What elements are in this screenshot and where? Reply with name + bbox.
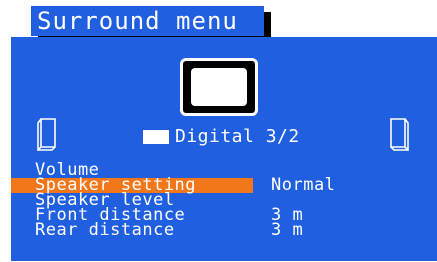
digital-mode-icon xyxy=(143,130,169,144)
surround-panel: Digital 3/2 Volume Speaker setting Norma… xyxy=(11,37,437,261)
surround-menu-list: Volume Speaker setting Normal Speaker le… xyxy=(11,162,437,240)
left-speaker-icon xyxy=(37,118,56,151)
tv-icon xyxy=(180,58,258,116)
menu-item-value: 3 m xyxy=(271,220,304,240)
menu-title: Surround menu xyxy=(31,6,264,36)
menu-item-label: Rear distance xyxy=(35,220,175,240)
right-speaker-icon xyxy=(390,118,409,151)
menu-item-rear-distance[interactable]: Rear distance 3 m xyxy=(11,220,437,240)
menu-item-value: Normal xyxy=(271,175,336,195)
surround-mode: Digital 3/2 xyxy=(143,126,300,148)
mode-label: Digital 3/2 xyxy=(175,126,300,147)
tv-screen xyxy=(191,68,247,106)
